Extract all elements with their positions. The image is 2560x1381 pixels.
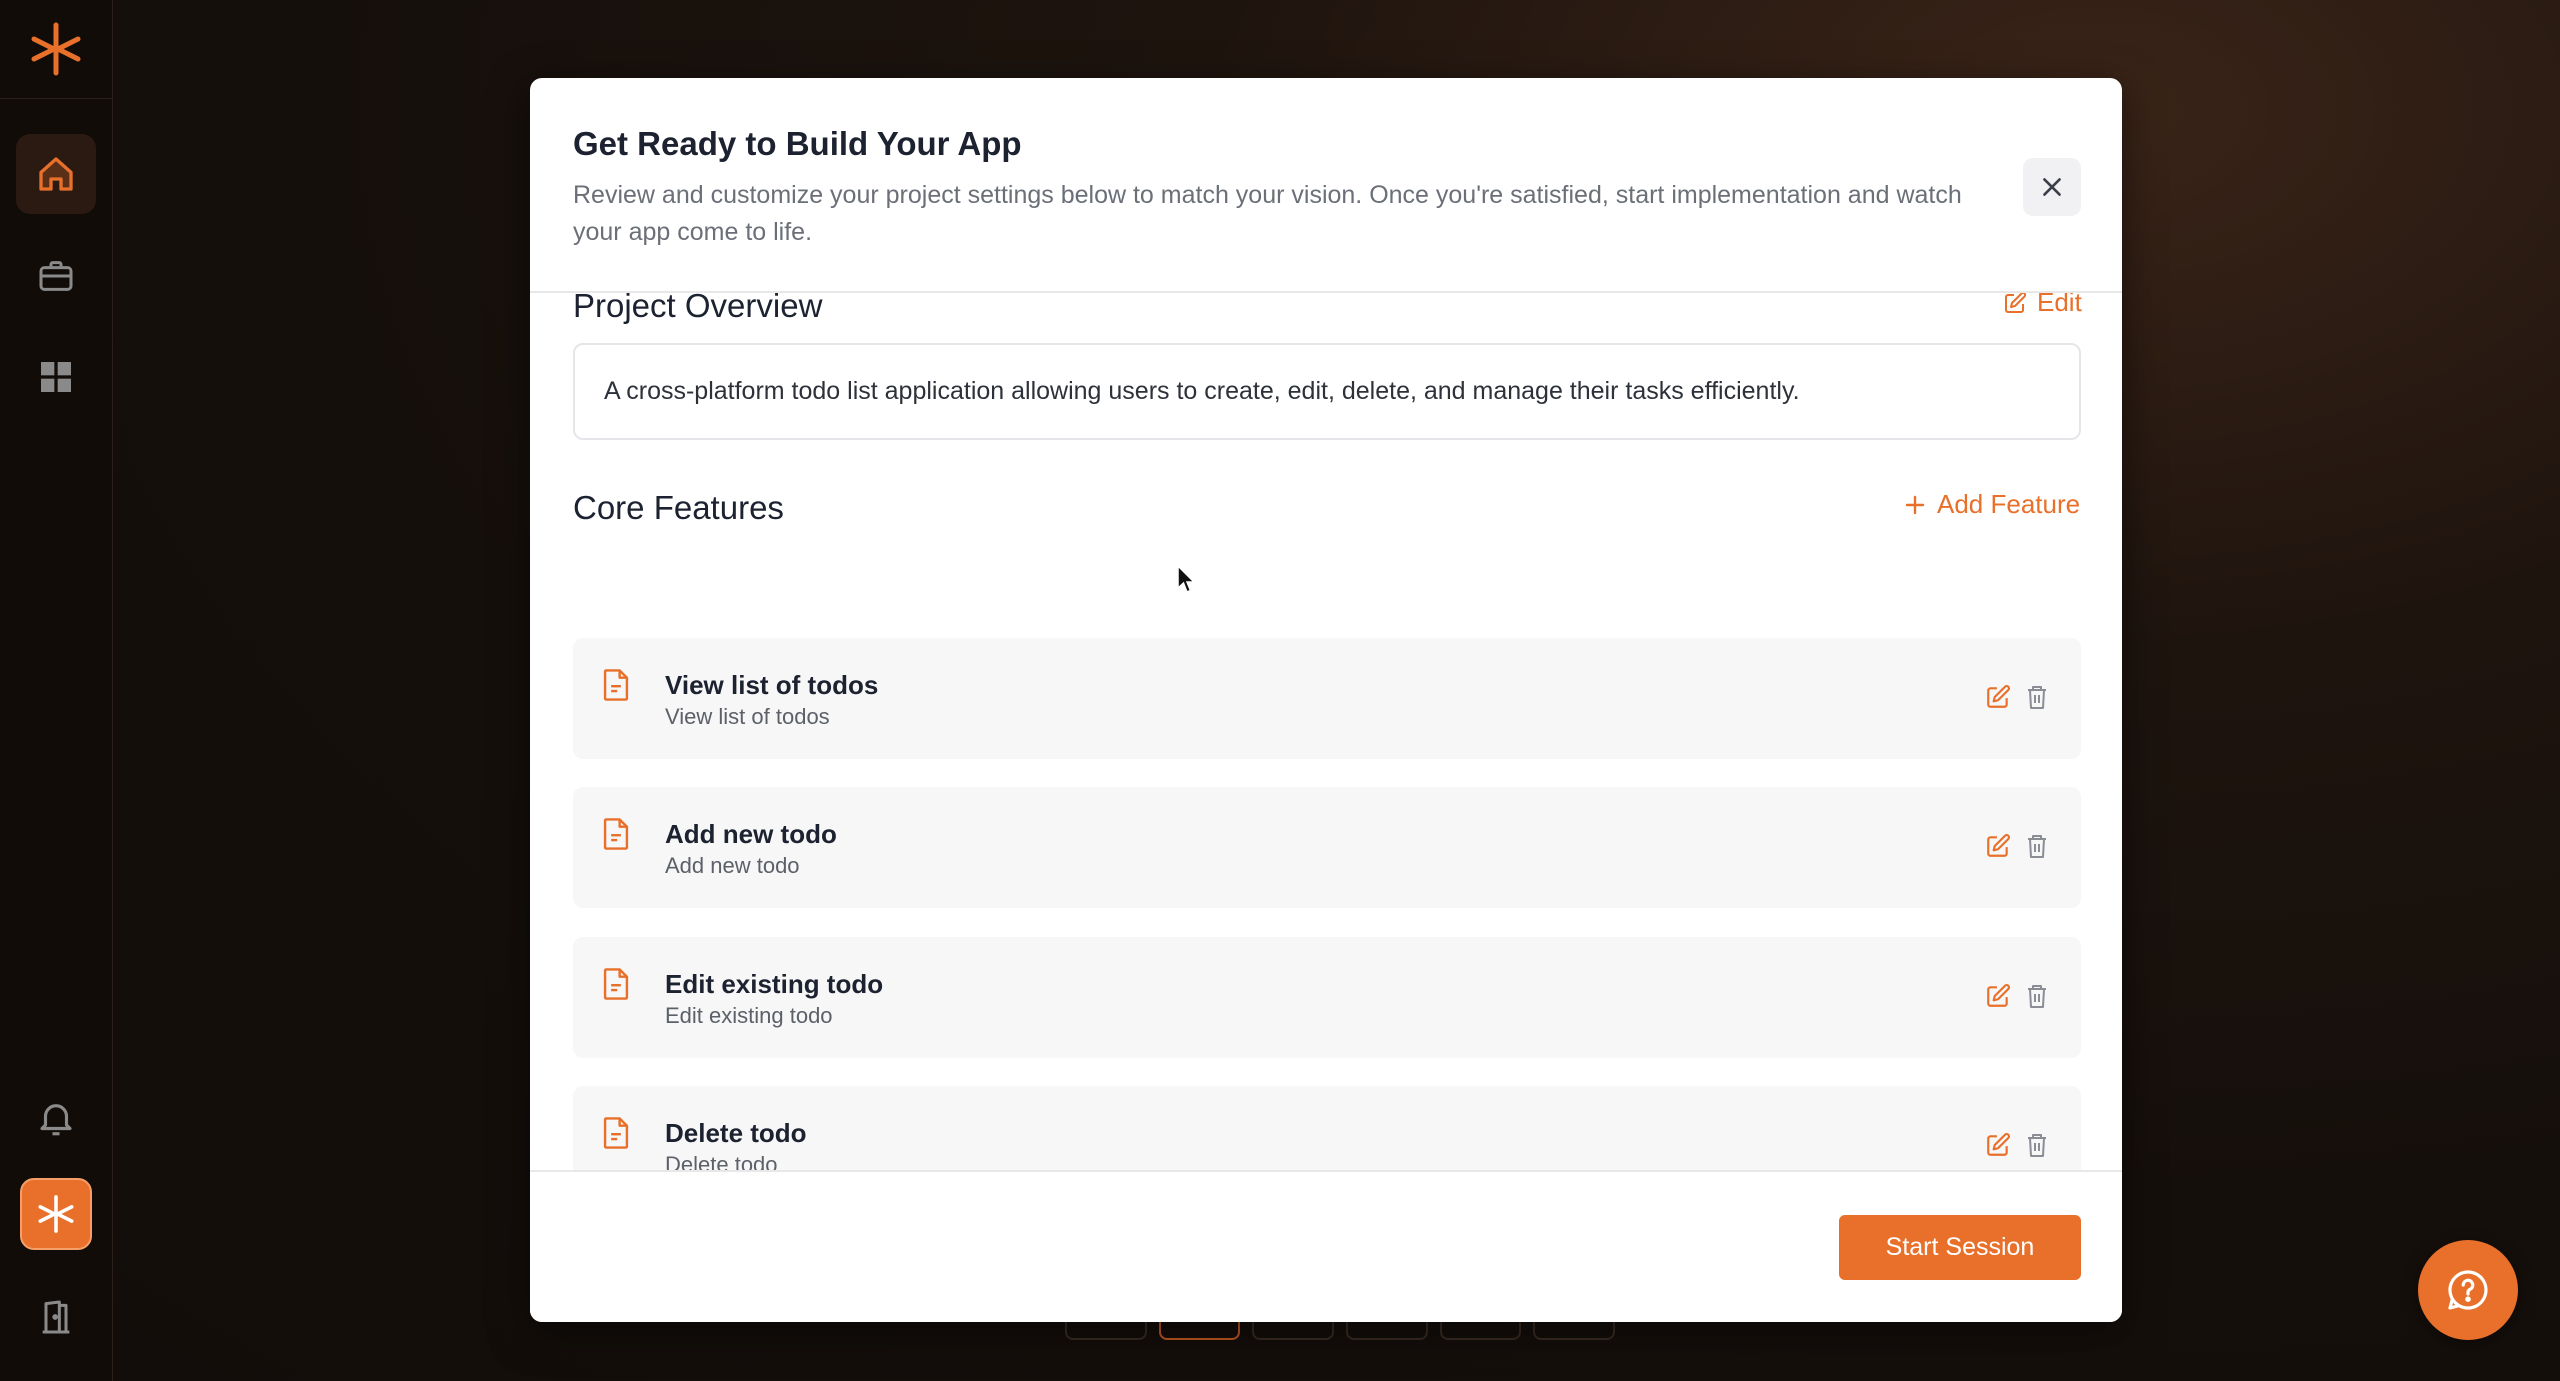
feature-item: Edit existing todo Edit existing todo [573,937,2081,1058]
app-logo[interactable] [0,0,112,99]
overview-edit-button[interactable]: Edit [2003,293,2082,318]
feature-edit-button[interactable] [1985,983,2011,1014]
document-icon [601,967,631,1006]
help-chat-button[interactable] [2418,1240,2518,1340]
feature-description: Edit existing todo [665,1003,833,1028]
feature-delete-button[interactable] [2025,684,2049,715]
modal-footer: Start Session [530,1170,2122,1322]
sidebar-item-notifications[interactable] [16,1078,96,1158]
overview-text: A cross-platform todo list application a… [573,343,2081,440]
feature-delete-button[interactable] [2025,1132,2049,1163]
grid-icon [41,362,71,392]
feature-name: View list of todos [665,670,879,700]
feature-edit-button[interactable] [1985,833,2011,864]
edit-icon [1985,834,2011,863]
add-feature-button[interactable]: Add Feature [1903,489,2080,520]
plus-icon [1905,495,1925,514]
overview-edit-label: Edit [2037,293,2082,317]
feature-item: View list of todos View list of todos [573,638,2081,759]
feature-description: View list of todos [665,704,830,729]
feature-edit-button[interactable] [1985,1132,2011,1163]
asterisk-logo-icon [31,22,81,76]
sidebar [0,0,113,1381]
feature-description: Add new todo [665,853,800,878]
help-chat-icon [2448,1270,2488,1310]
feature-name: Delete todo [665,1118,807,1148]
mouse-cursor-icon [1177,564,1196,593]
document-icon [601,668,631,707]
feature-edit-button[interactable] [1985,684,2011,715]
start-session-button[interactable]: Start Session [1839,1215,2081,1280]
briefcase-icon [39,261,73,291]
features-heading: Core Features [573,489,784,526]
trash-icon [2025,835,2049,863]
sidebar-item-logout[interactable] [16,1277,96,1357]
feature-delete-button[interactable] [2025,833,2049,864]
sidebar-item-projects[interactable] [16,236,96,316]
close-button[interactable] [2023,158,2081,216]
feature-name: Add new todo [665,819,837,849]
sidebar-item-dashboard[interactable] [16,337,96,417]
feature-name: Edit existing todo [665,969,884,999]
edit-icon [2005,293,2027,313]
logout-icon [42,1300,70,1334]
modal-subtitle: Review and customize your project settin… [573,181,1962,246]
trash-icon [2025,985,2049,1013]
add-feature-label: Add Feature [1937,489,2081,519]
modal-scroll-body[interactable]: Project Overview Edit A cross-platform t… [530,293,2122,1248]
edit-icon [1985,685,2011,714]
document-icon [601,1116,631,1155]
edit-icon [1985,984,2011,1013]
modal-header: Get Ready to Build Your App Review and c… [530,78,2122,293]
overview-heading: Project Overview [573,293,823,324]
brand-icon [38,1195,74,1233]
trash-icon [2025,1134,2049,1162]
sidebar-item-home[interactable] [16,134,96,214]
edit-icon [1985,1133,2011,1162]
feature-item: Add new todo Add new todo [573,787,2081,908]
home-icon [39,157,73,191]
trash-icon [2025,686,2049,714]
close-icon [2043,178,2061,196]
sidebar-item-assistant[interactable] [20,1178,92,1250]
bell-icon [40,1104,72,1136]
modal-title: Get Ready to Build Your App [573,125,1022,162]
build-app-modal: Get Ready to Build Your App Review and c… [530,78,2122,1322]
feature-delete-button[interactable] [2025,983,2049,1014]
document-icon [601,817,631,856]
